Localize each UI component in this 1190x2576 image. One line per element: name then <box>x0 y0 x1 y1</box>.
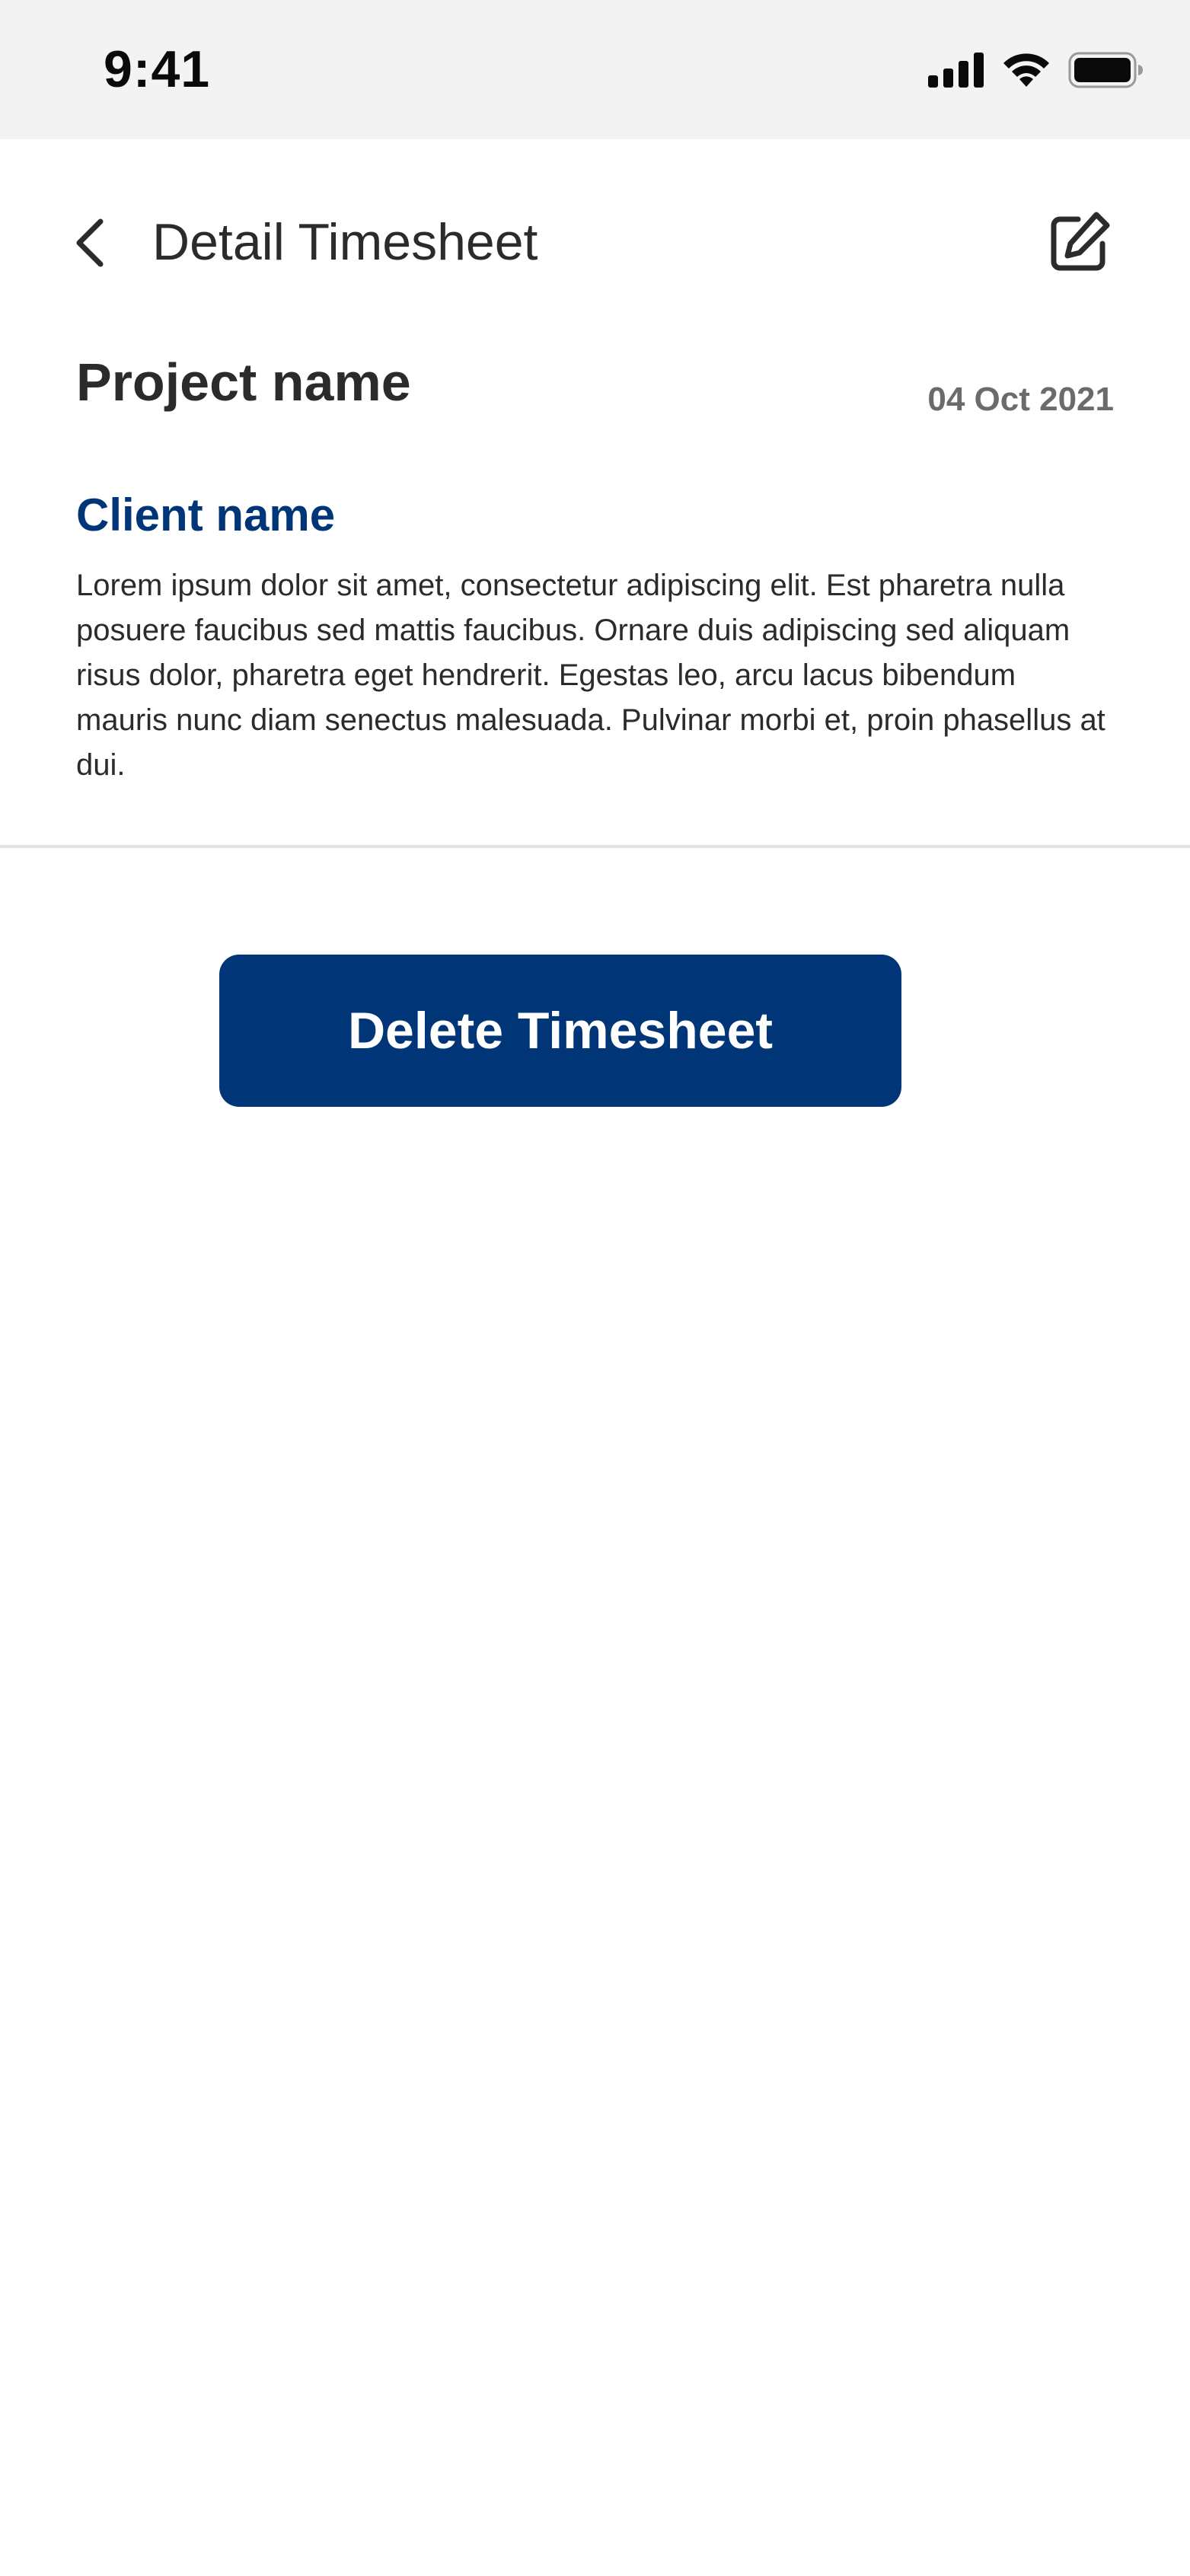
delete-timesheet-button[interactable]: Delete Timesheet <box>219 955 901 1107</box>
edit-button[interactable] <box>1045 209 1114 278</box>
client-name: Client name <box>76 489 336 540</box>
battery-icon <box>1068 52 1144 92</box>
edit-icon <box>1048 210 1112 278</box>
page-title: Detail Timesheet <box>152 213 538 271</box>
wifi-icon <box>1001 52 1051 92</box>
chevron-left-icon <box>75 218 105 271</box>
timesheet-date: 04 Oct 2021 <box>927 381 1114 418</box>
divider <box>0 845 1190 848</box>
cellular-signal-icon <box>928 53 984 91</box>
status-icons <box>928 52 1144 92</box>
back-button[interactable] <box>62 217 117 272</box>
header: Detail Timesheet <box>0 139 1190 322</box>
project-name: Project name <box>76 352 411 412</box>
timesheet-description: Lorem ipsum dolor sit amet, consectetur … <box>76 569 1105 782</box>
status-bar: 9:41 <box>0 0 1190 139</box>
status-time: 9:41 <box>104 40 211 98</box>
